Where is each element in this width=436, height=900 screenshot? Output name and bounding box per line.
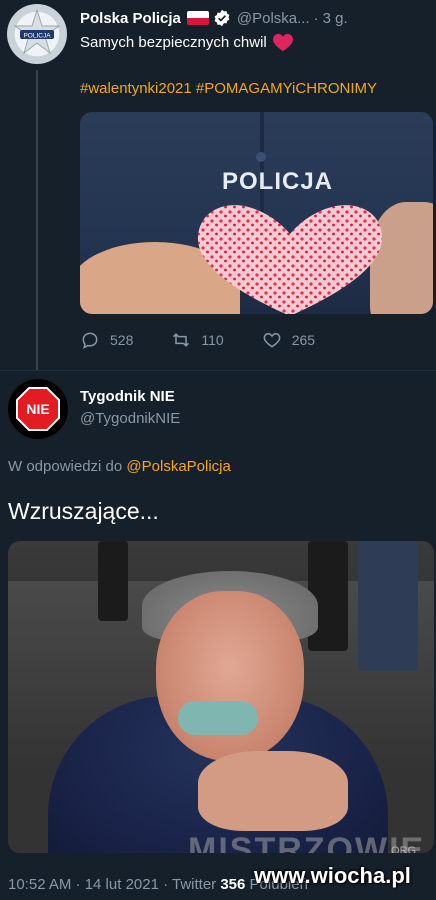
thread-line [36,70,38,370]
like-count: 265 [291,332,316,348]
reply-context: W odpowiedzi do @PolskaPolicja [8,458,231,475]
heart-donut-icon [197,205,382,314]
parent-tweet[interactable]: POLICJA Polska Policja @Polska... · 3 g.… [0,0,436,370]
uniform-button [256,152,266,162]
author-name[interactable]: Polska Policja [80,10,181,27]
tweet-photo-crying-man[interactable]: MISTRZOWIE .ORG [8,541,434,853]
retweet-count: 110 [201,332,224,348]
tygodnik-nie-avatar[interactable]: NIE [8,379,68,439]
parent-tweet-header: Polska Policja @Polska... · 3 g. [80,9,348,27]
author-handle[interactable]: @Polska... [237,10,310,27]
tweet-timestamp[interactable]: 10:52 AM · 14 lut 2021 · Twitter [8,876,216,893]
author-handle[interactable]: @TygodnikNIE [80,410,180,427]
verified-badge-icon [214,9,230,27]
man-face [156,591,304,761]
police-star-icon: POLICJA [13,8,61,55]
bystander-legs [98,541,128,621]
parent-tweet-text: Samych bezpiecznych chwil [80,32,294,52]
like-button[interactable]: 265 [262,330,315,350]
site-watermark: www.wiocha.pl [254,863,411,888]
hashtag-link[interactable]: #walentynki2021 [80,80,192,97]
retweet-button[interactable]: 110 [171,330,224,350]
avatar-police-text: POLICJA [23,33,51,40]
man-hands [198,751,348,831]
bystander-legs [358,541,418,671]
polska-policja-avatar[interactable]: POLICJA [7,4,67,64]
author-name[interactable]: Tygodnik NIE [80,388,175,405]
poland-flag-icon [186,11,209,25]
avatar-nie-text: NIE [26,401,49,417]
retweet-icon [173,333,190,347]
tweet-time[interactable]: 3 g. [323,10,348,27]
likes-total[interactable]: 356 [220,876,245,893]
main-tweet[interactable]: NIE Tygodnik NIE @TygodnikNIE W odpowied… [0,370,436,900]
face-mask [178,701,258,735]
tweet-actions: 528 110 265 [80,330,353,350]
separator-dot: · [313,9,319,27]
heart-outline-icon [263,332,281,348]
stop-sign-icon: NIE [16,387,60,431]
reply-count: 528 [110,332,134,348]
reply-prefix: W odpowiedzi do [8,458,123,475]
hashtags: #walentynki2021 #POMAGAMYiCHRONIMY [80,80,377,97]
red-heart-icon [272,33,293,52]
tweet-text: Samych bezpiecznych chwil [80,33,267,51]
image-watermark-suffix: .ORG [388,845,417,853]
reply-button[interactable]: 528 [80,330,133,350]
uniform-policja-label: POLICJA [222,168,334,195]
reply-icon [82,332,98,349]
hashtag-link[interactable]: #POMAGAMYiCHRONIMY [196,80,377,97]
tweet-text: Wzruszające... [8,498,159,524]
tweet-photo-heart-donut[interactable]: POLICJA [80,112,433,314]
reply-mention-link[interactable]: @PolskaPolicja [126,458,230,475]
